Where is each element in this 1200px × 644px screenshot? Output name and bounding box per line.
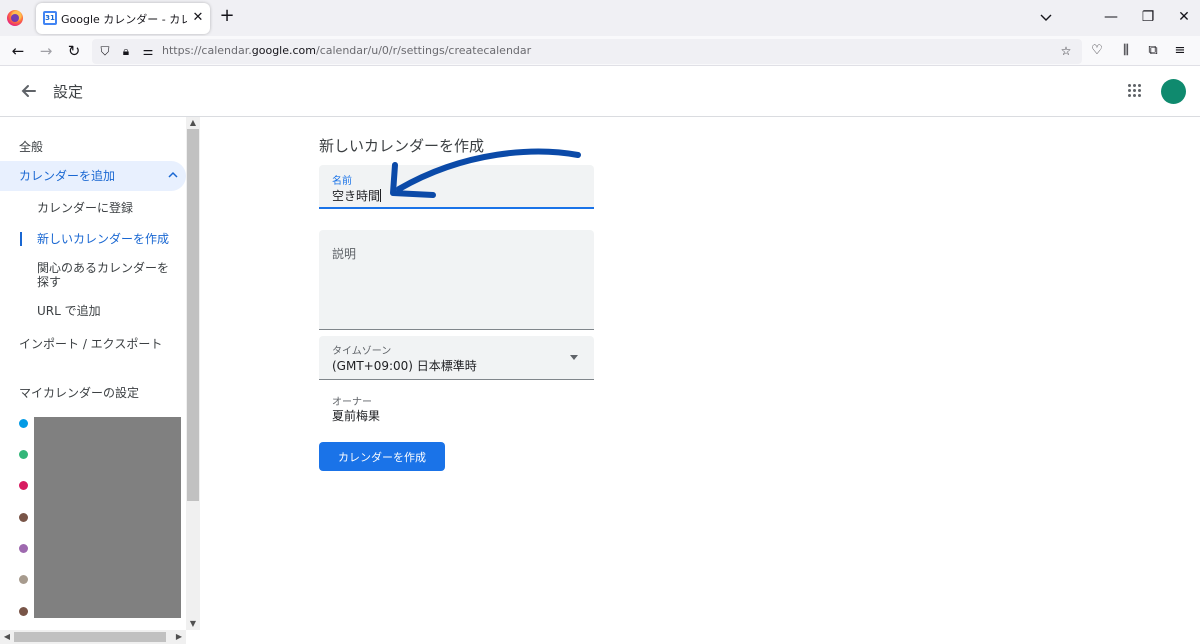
timezone-value: (GMT+09:00) 日本標準時 xyxy=(332,359,477,373)
url-text[interactable]: https://calendar.google.com/calendar/u/0… xyxy=(162,44,531,57)
library-icon[interactable]: ⫼ xyxy=(1116,41,1136,61)
name-field[interactable]: 名前 空き時間 xyxy=(319,165,594,209)
forward-icon[interactable]: → xyxy=(36,41,56,61)
description-field[interactable]: 説明 xyxy=(319,230,594,330)
calendar-color-dot xyxy=(19,575,28,584)
scroll-down-icon[interactable]: ▼ xyxy=(186,618,200,630)
back-arrow-icon[interactable] xyxy=(16,78,42,104)
name-field-label: 名前 xyxy=(332,176,352,187)
bookmark-star-icon[interactable]: ☆ xyxy=(1058,43,1074,59)
back-icon[interactable]: ← xyxy=(8,41,28,61)
close-window-icon[interactable]: ✕ xyxy=(1174,8,1194,26)
chevron-up-icon xyxy=(168,171,178,178)
google-apps-icon[interactable] xyxy=(1128,84,1142,98)
permissions-icon[interactable]: ⚌ xyxy=(140,43,156,59)
lock-icon[interactable]: 🔒︎ xyxy=(118,43,134,59)
calendar-color-dot xyxy=(19,419,28,428)
calendar-color-dot xyxy=(19,544,28,553)
minimize-icon[interactable]: — xyxy=(1101,8,1121,26)
close-tab-icon[interactable]: ✕ xyxy=(191,9,205,27)
sidebar-subitem-subscribe[interactable]: カレンダーに登録 xyxy=(20,201,180,215)
browser-nav-bar: ← → ↻ ⛉ 🔒︎ ⚌ https://calendar.google.com… xyxy=(0,36,1200,66)
form-title: 新しいカレンダーを作成 xyxy=(319,137,485,155)
page-title: 設定 xyxy=(53,83,84,101)
sidebar-item-general[interactable]: 全般 xyxy=(0,138,186,155)
reload-icon[interactable]: ↻ xyxy=(64,41,84,61)
calendar-color-dot xyxy=(19,513,28,522)
calendar-favicon-icon: 31 xyxy=(43,11,57,25)
restore-icon[interactable]: ❐ xyxy=(1138,8,1158,26)
sidebar-item-add-calendar[interactable]: カレンダーを追加 xyxy=(0,161,186,191)
scrollbar-thumb[interactable] xyxy=(187,129,199,501)
settings-sidebar: 全般 カレンダーを追加 カレンダーに登録 新しいカレンダーを作成 関心のあるカレ… xyxy=(0,117,200,644)
shield-icon[interactable]: ⛉ xyxy=(97,43,113,59)
scroll-right-icon[interactable]: ▶ xyxy=(172,631,186,643)
sidebar-subitem-browse[interactable]: 関心のあるカレンダーを探す xyxy=(20,261,180,289)
sidebar-horizontal-scrollbar[interactable]: ◀ ▶ xyxy=(0,630,186,644)
sidebar-subitem-from-url[interactable]: URL で追加 xyxy=(20,304,180,318)
settings-header: 設定 xyxy=(0,66,1200,117)
avatar[interactable] xyxy=(1161,79,1186,104)
browser-tab[interactable]: 31 Google カレンダー - カレンダーを作成 ✕ xyxy=(36,3,210,34)
url-bar[interactable]: ⛉ 🔒︎ ⚌ https://calendar.google.com/calen… xyxy=(92,39,1082,64)
pocket-icon[interactable]: ♡ xyxy=(1087,41,1107,61)
scroll-left-icon[interactable]: ◀ xyxy=(0,631,14,643)
calendar-color-dot xyxy=(19,481,28,490)
browser-tab-bar: 31 Google カレンダー - カレンダーを作成 ✕ + — ❐ ✕ xyxy=(0,0,1200,36)
owner-value: 夏前梅果 xyxy=(332,409,381,423)
sidebar-vertical-scrollbar[interactable]: ▲ ▼ xyxy=(186,117,200,630)
chevron-down-icon[interactable] xyxy=(1038,9,1054,25)
calendar-color-dot xyxy=(19,607,28,616)
extensions-icon[interactable]: ⧉ xyxy=(1143,41,1163,61)
calendar-color-dot xyxy=(19,450,28,459)
timezone-label: タイムゾーン xyxy=(332,346,392,357)
name-input[interactable]: 空き時間 xyxy=(332,187,382,204)
firefox-icon[interactable] xyxy=(7,10,23,26)
sidebar-item-import-export[interactable]: インポート / エクスポート xyxy=(0,335,186,352)
my-calendars-heading: マイカレンダーの設定 xyxy=(19,386,140,400)
sidebar-item-label: カレンダーを追加 xyxy=(19,169,116,183)
owner-info: オーナー 夏前梅果 xyxy=(319,390,594,430)
create-calendar-button[interactable]: カレンダーを作成 xyxy=(319,442,445,471)
scrollbar-thumb[interactable] xyxy=(14,632,166,642)
description-label: 説明 xyxy=(332,247,357,261)
scroll-up-icon[interactable]: ▲ xyxy=(186,117,200,129)
sidebar-subitem-create-new[interactable]: 新しいカレンダーを作成 xyxy=(20,232,180,246)
timezone-select[interactable]: タイムゾーン (GMT+09:00) 日本標準時 xyxy=(319,336,594,380)
new-tab-icon[interactable]: + xyxy=(217,7,237,27)
redacted-calendar-list xyxy=(34,417,181,618)
menu-icon[interactable]: ≡ xyxy=(1170,41,1190,61)
owner-label: オーナー xyxy=(332,397,372,408)
dropdown-arrow-icon[interactable] xyxy=(570,355,578,360)
tab-title: Google カレンダー - カレンダーを作成 xyxy=(61,13,187,26)
